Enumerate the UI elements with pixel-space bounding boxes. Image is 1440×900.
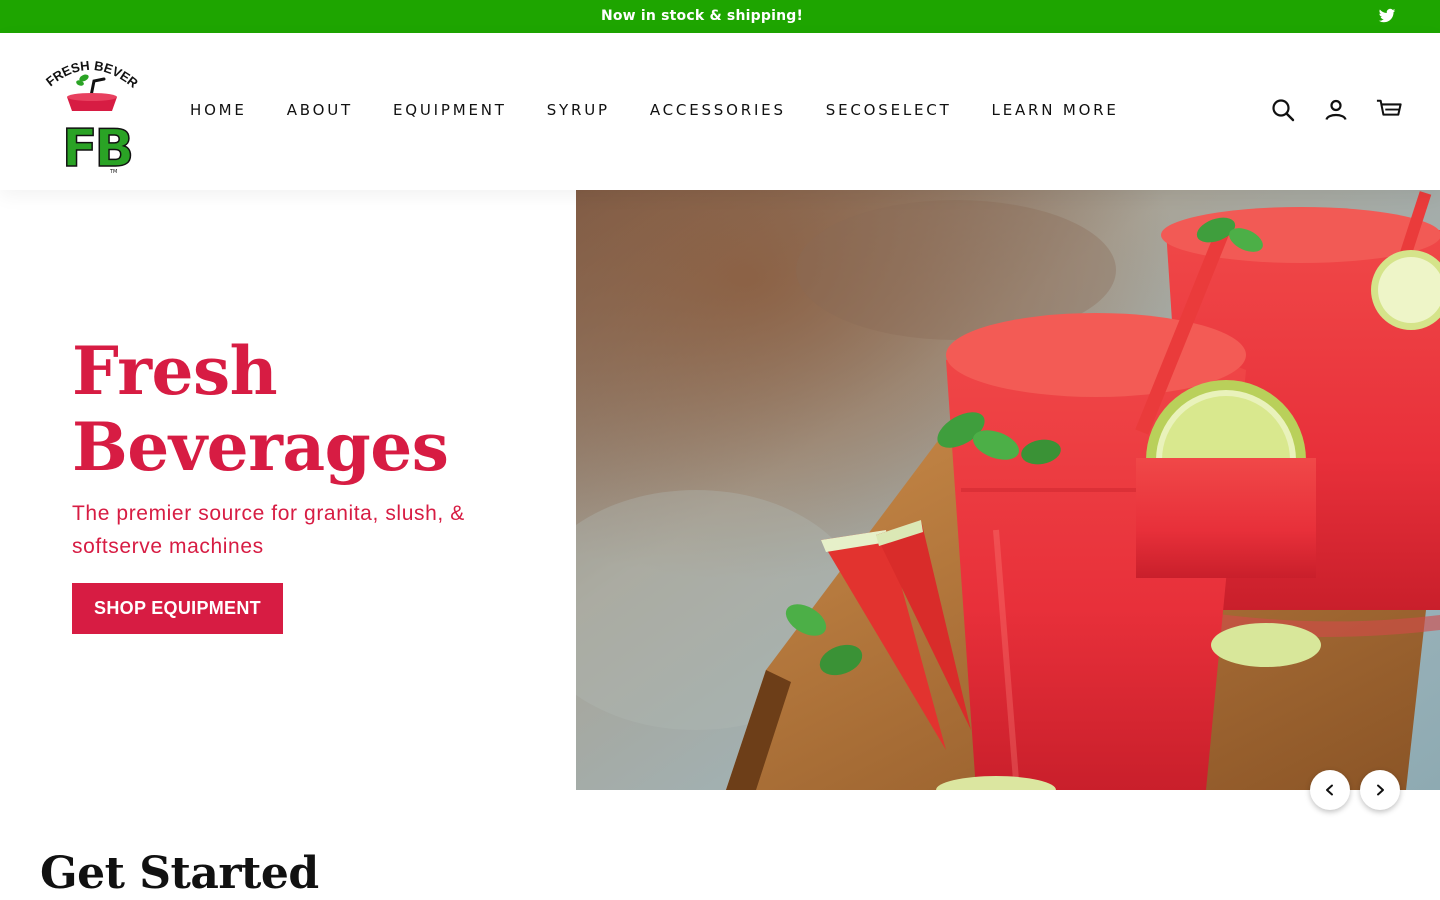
hero-title-line2: Beverages <box>72 408 449 486</box>
hero-title: Fresh Beverages <box>72 333 552 485</box>
account-icon <box>1325 99 1347 121</box>
hero-text-panel: Fresh Beverages The premier source for g… <box>0 190 576 790</box>
carousel-prev-button[interactable] <box>1310 770 1350 810</box>
nav-equipment[interactable]: EQUIPMENT <box>373 95 527 125</box>
search-icon <box>1272 99 1295 122</box>
twitter-icon[interactable] <box>1378 7 1396 25</box>
hero-title-line1: Fresh <box>72 332 278 410</box>
nav-home[interactable]: HOME <box>170 95 267 125</box>
nav-secoselect[interactable]: SECOSELECT <box>806 95 972 125</box>
chevron-right-icon <box>1377 784 1384 796</box>
header-actions <box>1270 97 1402 123</box>
shop-equipment-button[interactable]: SHOP EQUIPMENT <box>72 583 283 634</box>
svg-text:FRESH BEVERAGES: FRESH BEVERAGES <box>40 49 140 91</box>
carousel-next-button[interactable] <box>1360 770 1400 810</box>
svg-text:TM: TM <box>109 169 117 175</box>
announcement-text: Now in stock & shipping! <box>600 8 804 24</box>
svg-text:FB: FB <box>62 119 131 177</box>
nav-about[interactable]: ABOUT <box>267 95 373 125</box>
announcement-bar: Now in stock & shipping! <box>0 0 1440 33</box>
cart-icon <box>1376 99 1402 116</box>
account-button[interactable] <box>1323 97 1349 123</box>
brand-logo[interactable]: FRESH BEVERAGES FB TM <box>40 49 140 177</box>
cart-button[interactable] <box>1376 97 1402 123</box>
hero-image <box>576 190 1440 790</box>
chevron-left-icon <box>1326 784 1333 796</box>
hero-subtitle: The premier source for granita, slush, &… <box>72 502 465 558</box>
nav-syrup[interactable]: SYRUP <box>527 95 630 125</box>
section-title: Get Started <box>40 848 319 899</box>
watermelon-slush-drinks-image <box>576 190 1440 790</box>
site-header: FRESH BEVERAGES FB TM HOME ABOUT EQUIPME… <box>0 33 1440 190</box>
main-nav: HOME ABOUT EQUIPMENT SYRUP ACCESSORIES S… <box>170 95 1139 125</box>
nav-accessories[interactable]: ACCESSORIES <box>630 95 806 125</box>
search-button[interactable] <box>1270 97 1296 123</box>
nav-learn-more[interactable]: LEARN MORE <box>972 95 1139 125</box>
